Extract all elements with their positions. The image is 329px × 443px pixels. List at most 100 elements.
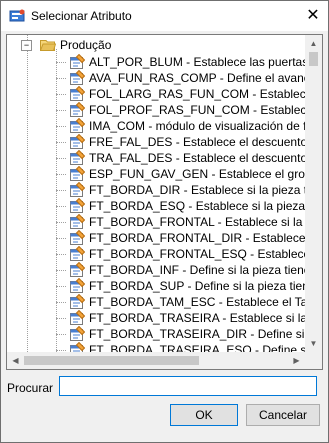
tree-item[interactable]: FRE_FAL_DES - Establece el descuento de xyxy=(56,134,305,150)
tree-connector xyxy=(56,349,66,351)
cancel-button[interactable]: Cancelar xyxy=(246,404,320,426)
attribute-icon xyxy=(70,214,85,229)
attribute-icon xyxy=(70,342,85,352)
vertical-scroll-thumb[interactable] xyxy=(309,52,318,66)
collapse-icon[interactable]: − xyxy=(21,39,32,51)
close-icon: ✕ xyxy=(306,7,320,24)
tree-item[interactable]: FT_BORDA_TAM_ESC - Establece el Tapa xyxy=(56,294,305,310)
scroll-corner xyxy=(305,352,322,369)
tree-guide-line xyxy=(27,35,28,352)
tree-connector xyxy=(56,173,66,175)
tree-connector xyxy=(56,61,66,63)
folder-open-icon xyxy=(40,40,56,51)
tree-item-label: FRE_FAL_DES - Establece el descuento de xyxy=(89,135,305,149)
app-icon xyxy=(9,9,25,22)
tree-connector xyxy=(56,253,66,255)
tree-connector xyxy=(56,205,66,207)
attribute-icon xyxy=(70,246,85,261)
tree-item-label: FT_BORDA_TRASEIRA_DIR - Define si la p xyxy=(89,327,305,341)
attribute-icon xyxy=(70,150,85,165)
attribute-icon xyxy=(70,326,85,341)
attribute-icon xyxy=(70,182,85,197)
tree-item[interactable]: TRA_FAL_DES - Establece el descuento de xyxy=(56,150,305,166)
tree-item-label: TRA_FAL_DES - Establece el descuento de xyxy=(89,151,305,165)
attribute-tree[interactable]: − Produção ALT_POR_BLUM - Establece las … xyxy=(6,34,323,370)
tree-item[interactable]: FOL_LARG_RAS_FUN_COM - Establece h xyxy=(56,86,305,102)
tree-connector xyxy=(56,77,66,79)
tree-connector xyxy=(56,157,66,159)
tree-item-label: FT_BORDA_TRASEIRA - Establece si la pi xyxy=(89,311,305,325)
tree-connector xyxy=(56,333,66,335)
title-bar[interactable]: Selecionar Atributo ✕ xyxy=(1,1,328,31)
tree-item-label: AVA_FUN_RAS_COMP - Define el avance d xyxy=(89,71,305,85)
close-button[interactable]: ✕ xyxy=(304,7,322,25)
tree-item-label: FT_BORDA_DIR - Establece si la pieza tie… xyxy=(89,183,305,197)
attribute-icon xyxy=(70,310,85,325)
tree-item-label: FT_BORDA_FRONTAL_ESQ - Establece s xyxy=(89,247,305,261)
attribute-icon xyxy=(70,102,85,117)
tree-folder-producao[interactable]: − Produção xyxy=(21,37,111,53)
tree-connector xyxy=(56,93,66,95)
tree-item-label: ALT_POR_BLUM - Establece las puertas al xyxy=(89,55,305,69)
attribute-icon xyxy=(70,230,85,245)
scroll-down-icon[interactable]: ▼ xyxy=(305,335,322,352)
tree-item[interactable]: FOL_PROF_RAS_FUN_COM - Establece xyxy=(56,102,305,118)
dialog-window: Selecionar Atributo ✕ − Produção ALT_POR… xyxy=(0,0,329,443)
tree-viewport: − Produção ALT_POR_BLUM - Establece las … xyxy=(7,35,305,352)
tree-item-label: IMA_COM - módulo de visualización de for… xyxy=(89,119,305,133)
vertical-scrollbar[interactable]: ▲ ▼ xyxy=(305,35,322,352)
tree-item[interactable]: ALT_POR_BLUM - Establece las puertas al xyxy=(56,54,305,70)
folder-label: Produção xyxy=(60,38,112,52)
attribute-icon xyxy=(70,54,85,69)
tree-connector xyxy=(56,301,66,303)
tree-item-label: FT_BORDA_INF - Define si la pieza tiene … xyxy=(89,263,305,277)
tree-connector xyxy=(56,285,66,287)
search-input[interactable] xyxy=(59,376,317,396)
tree-item-label: ESP_FUN_GAV_GEN - Establece el grosor xyxy=(89,167,305,181)
tree-item-label: FOL_LARG_RAS_FUN_COM - Establece h xyxy=(89,87,305,101)
tree-item-label: FT_BORDA_FRONTAL - Establece si la pie xyxy=(89,215,305,229)
attribute-icon xyxy=(70,262,85,277)
scroll-up-icon[interactable]: ▲ xyxy=(305,35,322,52)
scroll-left-icon[interactable]: ◀ xyxy=(7,352,24,369)
tree-item[interactable]: FT_BORDA_FRONTAL - Establece si la pie xyxy=(56,214,305,230)
tree-item[interactable]: FT_BORDA_FRONTAL_ESQ - Establece s xyxy=(56,246,305,262)
tree-item-label: FT_BORDA_FRONTAL_DIR - Establece si xyxy=(89,231,305,245)
tree-item[interactable]: FT_BORDA_TRASEIRA - Establece si la pi xyxy=(56,310,305,326)
tree-item[interactable]: FT_BORDA_SUP - Define si la pieza tiene … xyxy=(56,278,305,294)
attribute-icon xyxy=(70,278,85,293)
attribute-icon xyxy=(70,86,85,101)
tree-connector xyxy=(56,317,66,319)
search-label: Procurar xyxy=(7,381,54,395)
attribute-icon xyxy=(70,166,85,181)
tree-item-label: FT_BORDA_TRASEIRA_ESQ - Define si la p xyxy=(89,343,305,352)
tree-item[interactable]: FT_BORDA_TRASEIRA_DIR - Define si la p xyxy=(56,326,305,342)
tree-connector xyxy=(56,125,66,127)
tree-connector xyxy=(56,141,66,143)
tree-item[interactable]: FT_BORDA_ESQ - Establece si la pieza tie… xyxy=(56,198,305,214)
tree-item[interactable]: IMA_COM - módulo de visualización de for… xyxy=(56,118,305,134)
scroll-right-icon[interactable]: ▶ xyxy=(288,352,305,369)
tree-item[interactable]: FT_BORDA_FRONTAL_DIR - Establece si xyxy=(56,230,305,246)
tree-item-label: FOL_PROF_RAS_FUN_COM - Establece xyxy=(89,103,305,117)
tree-connector xyxy=(56,109,66,111)
tree-item-label: FT_BORDA_ESQ - Establece si la pieza tie… xyxy=(89,199,305,213)
attribute-icon xyxy=(70,198,85,213)
horizontal-scrollbar[interactable]: ◀ ▶ xyxy=(7,352,305,369)
attribute-icon xyxy=(70,134,85,149)
window-title: Selecionar Atributo xyxy=(31,9,132,23)
tree-connector xyxy=(56,189,66,191)
horizontal-scroll-thumb[interactable] xyxy=(24,356,199,365)
tree-connector xyxy=(56,237,66,239)
attribute-icon xyxy=(70,294,85,309)
tree-item-label: FT_BORDA_TAM_ESC - Establece el Tapa xyxy=(89,295,305,309)
tree-connector xyxy=(56,221,66,223)
ok-button[interactable]: OK xyxy=(170,404,238,426)
tree-item[interactable]: FT_BORDA_DIR - Establece si la pieza tie… xyxy=(56,182,305,198)
attribute-icon xyxy=(70,118,85,133)
tree-item[interactable]: FT_BORDA_TRASEIRA_ESQ - Define si la p xyxy=(56,342,305,352)
tree-item[interactable]: FT_BORDA_INF - Define si la pieza tiene … xyxy=(56,262,305,278)
tree-connector xyxy=(56,269,66,271)
tree-item[interactable]: ESP_FUN_GAV_GEN - Establece el grosor xyxy=(56,166,305,182)
tree-item[interactable]: AVA_FUN_RAS_COMP - Define el avance d xyxy=(56,70,305,86)
